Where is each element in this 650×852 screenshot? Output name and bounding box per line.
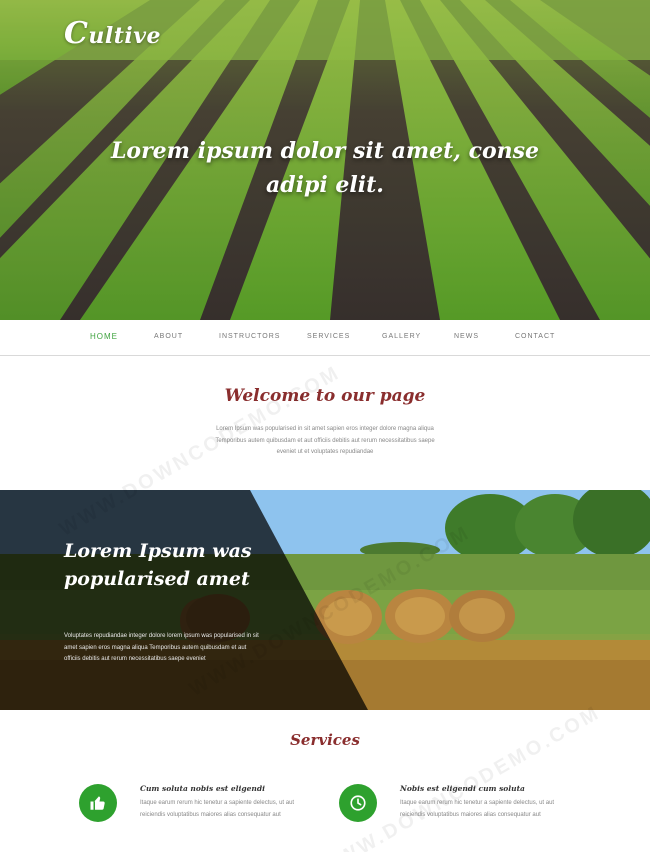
hero-headline: Lorem ipsum dolor sit amet, conse adipi … bbox=[110, 138, 540, 198]
hero-section: Cultive Lorem ipsum dolor sit amet, cons… bbox=[0, 0, 650, 320]
service-title-2: Nobis est eligendi cum soluta bbox=[400, 784, 525, 793]
nav-item-about[interactable]: ABOUT bbox=[154, 333, 183, 340]
welcome-text: Lorem Ipsum was popularised in sit amet … bbox=[215, 426, 435, 455]
nav-item-contact[interactable]: CONTACT bbox=[515, 333, 555, 340]
service-title-1: Cum soluta nobis est eligendi bbox=[140, 784, 265, 793]
nav-item-instructors[interactable]: INSTRUCTORS bbox=[219, 333, 280, 340]
nav-item-gallery[interactable]: GALLERY bbox=[382, 333, 421, 340]
clock-icon bbox=[339, 784, 377, 822]
thumbs-up-icon bbox=[79, 784, 117, 822]
hay-field-banner bbox=[0, 490, 650, 710]
nav-item-home[interactable]: HOME bbox=[90, 332, 118, 341]
nav-item-news[interactable]: NEWS bbox=[454, 333, 479, 340]
logo-initial: C bbox=[64, 16, 89, 51]
main-nav: HOME ABOUT INSTRUCTORS SERVICES GALLERY … bbox=[0, 320, 650, 356]
service-text-1: Itaque earum rerum hic tenetur a sapient… bbox=[140, 800, 295, 818]
welcome-title: Welcome to our page bbox=[224, 386, 426, 406]
banner-title: Lorem Ipsum was popularised amet bbox=[64, 540, 252, 590]
services-title: Services bbox=[290, 731, 360, 749]
logo-text: ultive bbox=[88, 23, 162, 49]
dark-diagonal-overlay bbox=[0, 490, 368, 710]
nav-item-services[interactable]: SERVICES bbox=[307, 333, 350, 340]
banner-text: Voluptates repudiandae integer dolore lo… bbox=[64, 633, 259, 662]
site-logo[interactable]: Cultive bbox=[64, 16, 161, 51]
watermark: WWW.DOWNCODEMO.COM bbox=[315, 701, 605, 852]
service-text-2: Itaque earum rerum hic tenetur a sapient… bbox=[400, 800, 555, 818]
